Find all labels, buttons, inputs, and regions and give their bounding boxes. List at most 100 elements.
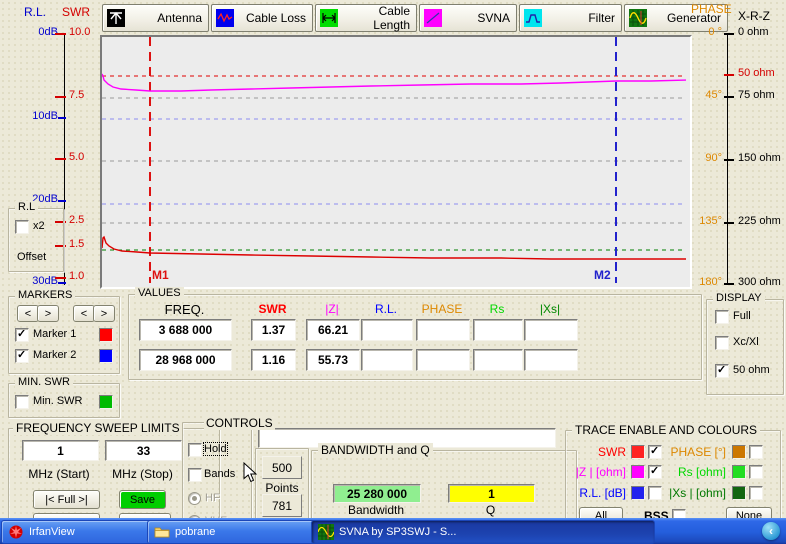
m1-freq-value[interactable]: 3 688 000 [139,319,232,341]
freq-stop-input[interactable]: 33 [105,440,182,461]
m1-z-value[interactable]: 66.21 [306,319,360,341]
phase-tick-label: 0 ° [688,26,722,38]
full-span-button[interactable]: |< Full >| [33,490,100,509]
svna-icon [424,9,442,27]
freq-start-input[interactable]: 1 [22,440,99,461]
offset-label[interactable]: Offset [17,251,46,263]
min-swr-checkbox[interactable] [15,395,29,409]
display-full-checkbox[interactable] [715,310,729,324]
generator-icon [629,9,647,27]
svna-button[interactable]: SVNA [419,4,517,32]
taskbar-item-irfanview[interactable]: IrfanView [1,520,158,544]
trace-phase-checkbox[interactable] [749,445,763,459]
bands-checkbox[interactable] [188,468,202,482]
trace-xs-checkbox[interactable] [749,486,763,500]
taskbar-collapse-chevron[interactable]: ‹ [762,522,780,540]
hold-label: Hold [204,443,227,455]
hf-label: HF [205,492,220,504]
marker1-left-button[interactable]: < [17,305,39,322]
swr-tick-label: 5.0 [69,151,84,163]
m2-xs-value[interactable] [524,349,578,371]
m1-rl-value[interactable] [361,319,413,341]
m2-freq-value[interactable]: 28 968 000 [139,349,232,371]
ohm-tick-label: 75 ohm [738,89,775,101]
trace-rs-checkbox[interactable] [749,465,763,479]
display-50ohm-label: 50 ohm [733,364,770,376]
irfanview-icon [8,524,24,540]
cable-length-button[interactable]: Cable Length [315,4,417,32]
trace-rl-swatch [631,486,645,500]
marker2-label: Marker 2 [33,349,76,361]
marker2-checkbox[interactable] [15,349,29,363]
freq-start-label: MHz (Start) [9,467,109,481]
antenna-icon [107,9,125,27]
points-value-2[interactable]: 781 [262,494,302,517]
swr-tick-label: 7.5 [69,89,84,101]
display-xcxl-label: Xc/Xl [733,336,759,348]
trace-swr-label: SWR [566,445,626,459]
trace-swr-checkbox[interactable] [648,445,662,459]
col-rs: Rs [473,302,521,316]
m2-rs-value[interactable] [473,349,523,371]
rl-tick-mark [58,117,66,119]
q-label: Q [448,503,533,517]
cable-length-icon [320,9,338,27]
taskbar-item-svna[interactable]: SVNA by SP3SWJ - S... [311,520,655,544]
markers-caption: MARKERS [15,289,75,301]
trace-z-swatch [631,465,645,479]
cable-loss-button[interactable]: Cable Loss [211,4,313,32]
hold-checkbox[interactable] [188,443,202,457]
svna-button-label: SVNA [446,11,510,25]
display-50ohm-checkbox[interactable] [715,364,729,378]
swr-tick-mark [55,158,66,160]
bandwidth-label: Bandwidth [333,503,419,517]
right-axis: 0 °0 ohm50 ohm45°75 ohm90°150 ohm135°225… [688,0,786,300]
swr-tick-label: 2.5 [69,214,84,226]
taskbar-item-pobrane[interactable]: pobrane [147,520,321,544]
trace-xs-swatch [732,486,746,500]
trace-swr-swatch [631,445,645,459]
ohm-tick-mark [724,222,734,224]
marker2-left-button[interactable]: < [73,305,95,322]
antenna-button[interactable]: Antenna [102,4,209,32]
sweep-chart[interactable]: M1M2 [100,35,692,289]
m1-xs-value[interactable] [524,319,578,341]
m1-phase-value[interactable] [416,319,470,341]
swr-tick-mark [55,277,66,279]
swr-tick-label: 10.0 [69,26,90,38]
min-swr-color-swatch [99,395,113,409]
trace-rl-checkbox[interactable] [648,486,662,500]
x2-checkbox[interactable] [15,220,29,234]
points-panel: 500 Points 781 [255,448,309,520]
m2-swr-value[interactable]: 1.16 [251,349,296,371]
min-swr-caption: MIN. SWR [15,376,73,388]
marker1-color-swatch [99,328,113,342]
hf-radio[interactable] [188,492,201,505]
phase-tick-label: 135° [688,215,722,227]
filter-button[interactable]: Filter [519,4,622,32]
m2-phase-value[interactable] [416,349,470,371]
m1-swr-value[interactable]: 1.37 [251,319,296,341]
marker1-checkbox[interactable] [15,328,29,342]
save-button[interactable]: Save [119,490,166,509]
cable-loss-icon [216,9,234,27]
points-label: Points [256,481,308,495]
values-caption: VALUES [135,287,184,299]
svna-app-icon [318,524,334,540]
ohm-tick-mark [724,96,734,98]
swr-tick-mark [55,33,66,35]
display-panel: DISPLAY Full Xc/Xl 50 ohm [706,299,784,395]
ohm-tick-label: 300 ohm [738,276,781,288]
trace-caption: TRACE ENABLE AND COLOURS [572,423,760,437]
ohm-tick-mark [724,159,734,161]
rl-tick-mark [58,282,66,284]
m1-rs-value[interactable] [473,319,523,341]
marker1-right-button[interactable]: > [37,305,59,322]
filter-icon [524,9,542,27]
points-value[interactable]: 500 [262,456,302,479]
trace-z-checkbox[interactable] [648,465,662,479]
m2-rl-value[interactable] [361,349,413,371]
marker2-right-button[interactable]: > [93,305,115,322]
display-xcxl-checkbox[interactable] [715,336,729,350]
m2-z-value[interactable]: 55.73 [306,349,360,371]
